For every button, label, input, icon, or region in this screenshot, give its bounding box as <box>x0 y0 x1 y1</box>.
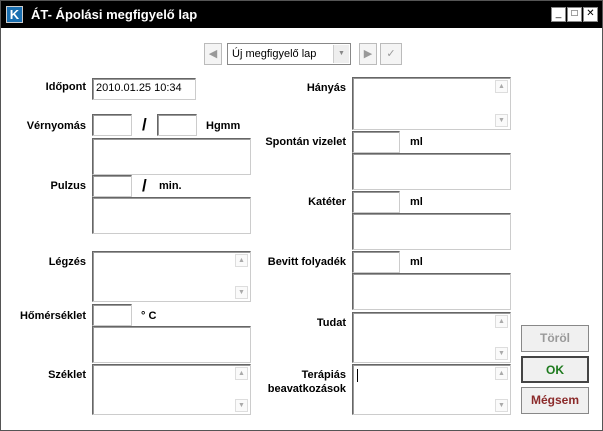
spontan-vizelet-unit: ml <box>410 136 423 148</box>
scroll-down-icon[interactable]: ▼ <box>495 114 508 127</box>
terapias-label-line1: Terápiás <box>301 369 346 381</box>
dialog-window: K ÁT- Ápolási megfigyelő lap _ □ ✕ ◀ Új … <box>0 0 603 431</box>
bevitt-folyadek-note[interactable] <box>352 273 511 310</box>
pulzus-label: Pulzus <box>50 180 86 192</box>
bevitt-folyadek-field[interactable] <box>352 251 400 273</box>
minimize-button[interactable]: _ <box>551 7 566 22</box>
scroll-up-icon[interactable]: ▲ <box>495 367 508 380</box>
scroll-down-icon[interactable]: ▼ <box>235 286 248 299</box>
maximize-button[interactable]: □ <box>567 7 582 22</box>
legzes-label: Légzés <box>48 256 86 268</box>
scrollbar[interactable]: ▲ ▼ <box>494 314 509 361</box>
idopont-field[interactable]: 2010.01.25 10:34 <box>92 78 196 100</box>
vernyomas-note[interactable] <box>92 138 251 175</box>
confirm-button[interactable]: ✓ <box>380 43 402 65</box>
text-cursor <box>357 369 358 382</box>
homerseklet-unit: ° C <box>141 310 157 322</box>
title-bar[interactable]: K ÁT- Ápolási megfigyelő lap _ □ ✕ <box>1 1 602 28</box>
tudat-textarea[interactable]: ▲ ▼ <box>352 312 511 363</box>
tudat-label: Tudat <box>316 317 346 329</box>
app-icon: K <box>6 6 23 23</box>
kateter-note[interactable] <box>352 213 511 250</box>
vernyomas-systolic-field[interactable] <box>92 114 132 136</box>
pulzus-unit: min. <box>159 180 182 192</box>
kateter-label: Katéter <box>308 196 346 208</box>
window-title: ÁT- Ápolási megfigyelő lap <box>31 7 198 22</box>
close-button[interactable]: ✕ <box>583 7 598 22</box>
record-select-value: Új megfigyelő lap <box>232 48 317 60</box>
legzes-textarea[interactable]: ▲ ▼ <box>92 251 251 302</box>
scrollbar[interactable]: ▲ ▼ <box>494 79 509 128</box>
szeklet-textarea[interactable]: ▲ ▼ <box>92 364 251 415</box>
idopont-label: Időpont <box>45 81 86 93</box>
prev-record-button[interactable]: ◀ <box>204 43 222 65</box>
scroll-up-icon[interactable]: ▲ <box>235 367 248 380</box>
megsem-button[interactable]: Mégsem <box>521 387 589 414</box>
vernyomas-slash: / <box>142 115 147 134</box>
scroll-up-icon[interactable]: ▲ <box>495 80 508 93</box>
homerseklet-label: Hőmérséklet <box>19 310 86 322</box>
chevron-down-icon[interactable]: ▼ <box>333 45 349 63</box>
bevitt-folyadek-label: Bevitt folyadék <box>267 256 346 268</box>
scrollbar[interactable]: ▲ ▼ <box>234 366 249 413</box>
scroll-down-icon[interactable]: ▼ <box>495 347 508 360</box>
szeklet-label: Széklet <box>48 369 86 381</box>
arrow-left-icon: ◀ <box>208 48 218 60</box>
spontan-vizelet-field[interactable] <box>352 131 400 153</box>
scroll-up-icon[interactable]: ▲ <box>495 315 508 328</box>
pulzus-note[interactable] <box>92 197 251 234</box>
homerseklet-field[interactable] <box>92 304 132 326</box>
homerseklet-note[interactable] <box>92 326 251 363</box>
scrollbar[interactable]: ▲ ▼ <box>234 253 249 300</box>
checkmark-icon: ✓ <box>386 48 396 60</box>
arrow-right-icon: ▶ <box>363 48 373 60</box>
vernyomas-unit: Hgmm <box>206 120 241 132</box>
torol-button[interactable]: Töröl <box>521 325 589 352</box>
hanyas-label: Hányás <box>306 82 346 94</box>
bevitt-folyadek-unit: ml <box>410 256 423 268</box>
scroll-up-icon[interactable]: ▲ <box>235 254 248 267</box>
scrollbar[interactable]: ▲ ▼ <box>494 366 509 413</box>
hanyas-textarea[interactable]: ▲ ▼ <box>352 77 511 130</box>
scroll-down-icon[interactable]: ▼ <box>495 399 508 412</box>
vernyomas-label: Vérnyomás <box>26 120 86 132</box>
terapias-label-line2: beavatkozások <box>267 383 346 395</box>
terapias-textarea[interactable]: ▲ ▼ <box>352 364 511 415</box>
scroll-down-icon[interactable]: ▼ <box>235 399 248 412</box>
vernyomas-diastolic-field[interactable] <box>157 114 197 136</box>
pulzus-field[interactable] <box>92 175 132 197</box>
record-select[interactable]: Új megfigyelő lap ▼ <box>227 43 351 65</box>
kateter-field[interactable] <box>352 191 400 213</box>
kateter-unit: ml <box>410 196 423 208</box>
pulzus-slash: / <box>142 176 147 195</box>
ok-button[interactable]: OK <box>521 356 589 383</box>
spontan-vizelet-label: Spontán vizelet <box>265 136 346 148</box>
spontan-vizelet-note[interactable] <box>352 153 511 190</box>
next-record-button[interactable]: ▶ <box>359 43 377 65</box>
